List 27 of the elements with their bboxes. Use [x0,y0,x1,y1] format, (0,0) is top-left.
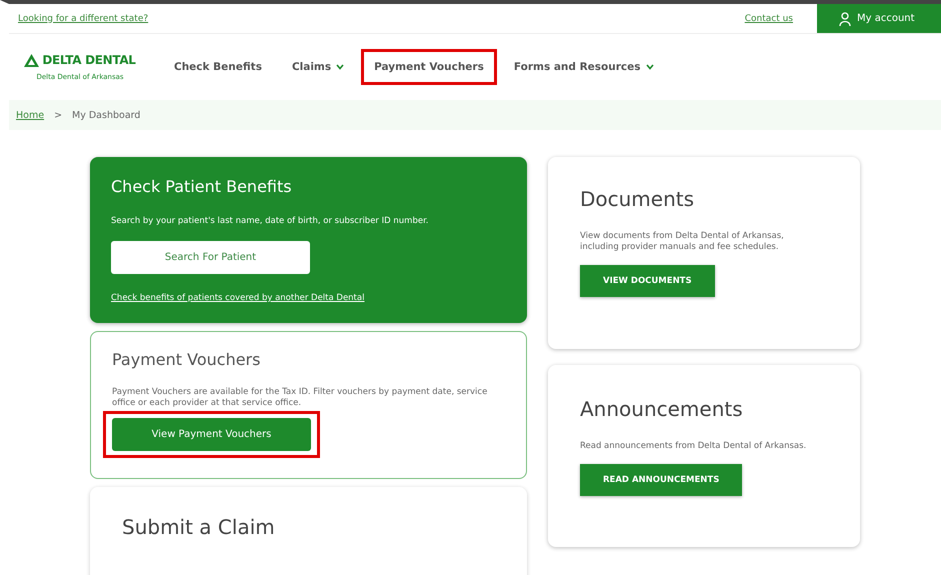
card-description: View documents from Delta Dental of Arkansas, including provider manuals and fee schedules. [580,231,785,253]
nav-link[interactable]: Forms and Resources [500,49,666,85]
card-title: Submit a Claim [122,515,276,539]
card-button[interactable]: View Payment Vouchers [112,418,311,451]
card-button[interactable]: VIEW DOCUMENTS [580,265,715,297]
brand-name: DELTA DENTAL [42,53,136,67]
card-button[interactable]: READ ANNOUNCEMENTS [580,464,742,496]
card-title: Announcements [580,397,744,421]
user-icon [839,12,851,26]
card-link[interactable]: Check benefits of patients covered by another Delta Dental [111,293,506,303]
card-title: Documents [580,187,696,211]
contact-link[interactable]: Contact us [744,14,793,24]
breadcrumb-home-link[interactable]: Home [16,110,44,120]
card-description: Read announcements from Delta Dental of Arkansas. [580,441,808,452]
card-button[interactable]: Search For Patient [111,241,310,274]
nav-link[interactable]: Payment Vouchers [361,49,497,85]
nav-link[interactable]: Claims [278,49,358,85]
card-description: Search by your patient's last name, date of birth, or subscriber ID number. [111,216,430,227]
nav-link[interactable]: Check Benefits [161,49,275,85]
breadcrumb-separator: > [54,110,62,120]
card-title: Check Patient Benefits [111,177,293,196]
breadcrumb-current: My Dashboard [72,110,140,120]
card-title: Payment Vouchers [112,350,262,369]
card-description: Payment Vouchers are available for the Tax ID. Filter vouchers by payment date, service office or each provider at that service office. [112,387,488,409]
triangle-logo-icon [24,54,40,66]
state-link[interactable]: Looking for a different state? [18,14,148,24]
account-button[interactable]: My account [817,4,941,33]
